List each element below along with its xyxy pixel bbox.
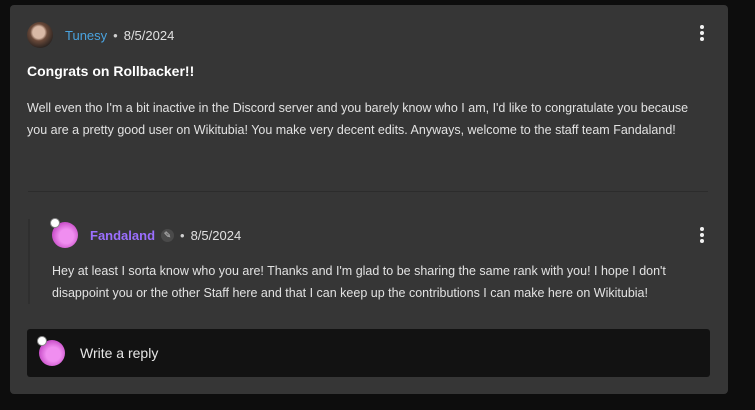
reply-input[interactable] xyxy=(78,344,642,362)
avatar-badge-icon xyxy=(50,218,60,228)
comment-card: Tunesy • 8/5/2024 Congrats on Rollbacker… xyxy=(10,5,728,394)
post-separator: • xyxy=(113,27,118,43)
post-date: 8/5/2024 xyxy=(123,27,175,43)
post-title: Congrats on Rollbacker!! xyxy=(27,63,195,79)
reply-header: Fandaland ✎ • 8/5/2024 xyxy=(50,218,242,248)
reply-body: Hey at least I sorta know who you are! T… xyxy=(52,264,666,300)
pencil-icon: ✎ xyxy=(161,228,175,242)
current-user-avatar xyxy=(37,336,65,366)
reply-thread-rail xyxy=(28,219,30,304)
post-body: Well even tho I'm a bit inactive in the … xyxy=(27,101,689,137)
post-menu-kebab-icon[interactable] xyxy=(700,25,704,41)
post-header: Tunesy • 8/5/2024 xyxy=(27,22,174,48)
post-divider xyxy=(28,191,708,192)
post-author-link[interactable]: Tunesy xyxy=(65,28,107,43)
reply-date: 8/5/2024 xyxy=(190,227,242,243)
reply-separator: • xyxy=(180,227,185,243)
reply-composer[interactable] xyxy=(27,329,710,377)
reply-author-link[interactable]: Fandaland xyxy=(90,228,155,243)
tunesy-avatar[interactable] xyxy=(27,22,53,48)
avatar-badge-icon xyxy=(37,336,47,346)
reply-menu-kebab-icon[interactable] xyxy=(700,227,704,243)
fandaland-avatar[interactable] xyxy=(50,218,78,248)
